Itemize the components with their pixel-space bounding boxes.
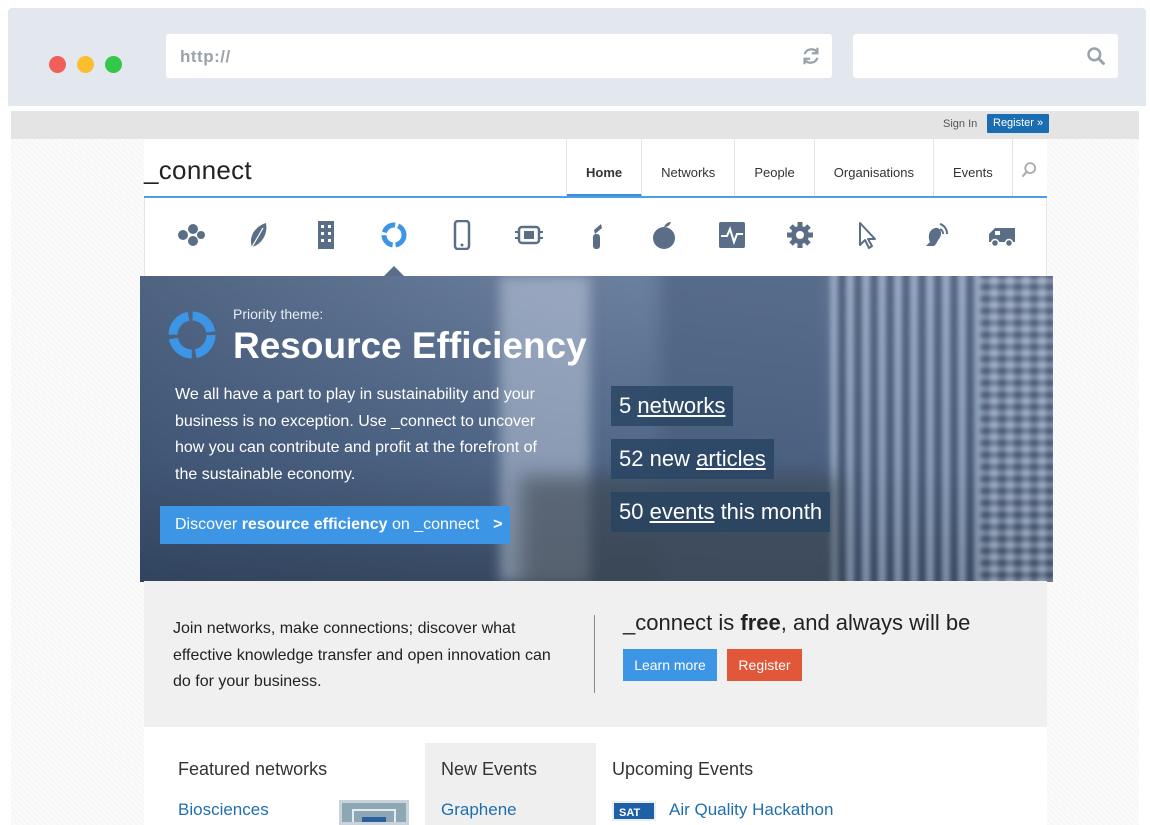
learn-more-button[interactable]: Learn more xyxy=(623,649,717,681)
active-theme-pointer xyxy=(384,266,404,276)
intro-text: Join networks, make connections; discove… xyxy=(173,620,551,690)
chip-icon[interactable] xyxy=(514,220,544,250)
nav-people[interactable]: People xyxy=(735,139,815,197)
articles-link[interactable]: articles xyxy=(696,446,766,471)
upcoming-event-link[interactable]: Air Quality Hackathon xyxy=(669,800,833,820)
featured-network-thumbnail[interactable] xyxy=(339,800,409,825)
browser-search-bar[interactable] xyxy=(853,34,1118,78)
discover-button-topic: resource efficiency xyxy=(241,516,388,533)
intro-headline-post: , and always will be xyxy=(780,610,971,635)
recycle-icon xyxy=(168,311,216,359)
new-event-link[interactable]: Graphene xyxy=(441,800,517,820)
upcoming-events-title: Upcoming Events xyxy=(612,759,754,779)
stat-events: 50 events this month xyxy=(611,492,831,532)
register-top-button[interactable]: Register » xyxy=(987,114,1050,133)
lower-columns: Featured networks Biosciences New Events… xyxy=(144,727,1047,825)
intro-headline-pre: _connect is xyxy=(623,610,741,635)
intro-band: Join networks, make connections; discove… xyxy=(144,581,1047,727)
recycle-icon[interactable] xyxy=(379,220,409,250)
building-icon[interactable] xyxy=(311,220,341,250)
hearing-icon[interactable] xyxy=(920,220,950,250)
stat-networks: 5 networks xyxy=(611,386,734,426)
phone-icon[interactable] xyxy=(447,220,477,250)
hero-title: Resource Efficiency xyxy=(233,325,587,366)
reload-icon[interactable] xyxy=(800,45,822,67)
browser-chrome: http:// xyxy=(8,8,1146,106)
theme-icons-row xyxy=(144,198,1047,276)
nav-search-button[interactable] xyxy=(1013,139,1047,197)
leaf-icon[interactable] xyxy=(244,220,274,250)
nav-networks[interactable]: Networks xyxy=(642,139,736,197)
background-building xyxy=(980,276,1053,582)
discover-button[interactable]: Discover resource efficiency on _connect… xyxy=(160,506,510,544)
stat-events-suffix: this month xyxy=(720,499,823,524)
intro-headline: _connect is free, and always will be xyxy=(623,610,970,636)
site-logo[interactable]: _connect xyxy=(144,155,252,186)
nav-home[interactable]: Home xyxy=(567,139,643,197)
nav-events[interactable]: Events xyxy=(934,139,1013,197)
address-bar[interactable]: http:// xyxy=(166,34,832,78)
hero-kicker: Priority theme: xyxy=(233,306,324,322)
chevron-right-icon: > xyxy=(493,516,503,533)
featured-network-link[interactable]: Biosciences xyxy=(178,800,269,820)
discover-button-suffix: on _connect xyxy=(387,516,480,533)
hero-banner: Priority theme: Resource Efficiency We a… xyxy=(140,276,1053,582)
account-strip: Sign In Register » xyxy=(11,111,1139,139)
stat-articles: 52 new articles xyxy=(611,439,774,479)
events-link[interactable]: events xyxy=(650,499,715,524)
sign-in-link[interactable]: Sign In xyxy=(943,118,977,130)
new-events-title: New Events xyxy=(441,759,538,779)
gear-icon[interactable] xyxy=(785,220,815,250)
molecule-icon[interactable] xyxy=(176,220,206,250)
close-window-button[interactable] xyxy=(49,56,66,73)
event-day-badge: SAT xyxy=(612,801,656,821)
stat-networks-number: 5 xyxy=(619,393,632,418)
test-tube-icon[interactable] xyxy=(582,220,612,250)
featured-networks-title: Featured networks xyxy=(178,759,328,779)
pulse-icon[interactable] xyxy=(717,220,747,250)
url-text: http:// xyxy=(180,47,231,66)
nav-organisations[interactable]: Organisations xyxy=(815,139,935,197)
cursor-icon[interactable] xyxy=(852,220,882,250)
networks-link[interactable]: networks xyxy=(637,393,725,418)
register-button[interactable]: Register xyxy=(727,649,802,681)
search-icon xyxy=(1021,162,1036,177)
hero-description: We all have a part to play in sustainabi… xyxy=(175,386,537,483)
minimize-window-button[interactable] xyxy=(77,56,94,73)
stat-events-number: 50 xyxy=(619,499,644,524)
band-divider xyxy=(594,615,595,693)
intro-headline-bold: free xyxy=(740,610,781,635)
search-icon[interactable] xyxy=(1086,46,1106,66)
truck-icon[interactable] xyxy=(987,220,1017,250)
discover-button-prefix: Discover xyxy=(175,516,242,533)
stat-articles-number: 52 new xyxy=(619,446,690,471)
maximize-window-button[interactable] xyxy=(105,56,122,73)
main-nav: Home Networks People Organisations Event… xyxy=(566,139,1047,197)
apple-icon[interactable] xyxy=(649,220,679,250)
